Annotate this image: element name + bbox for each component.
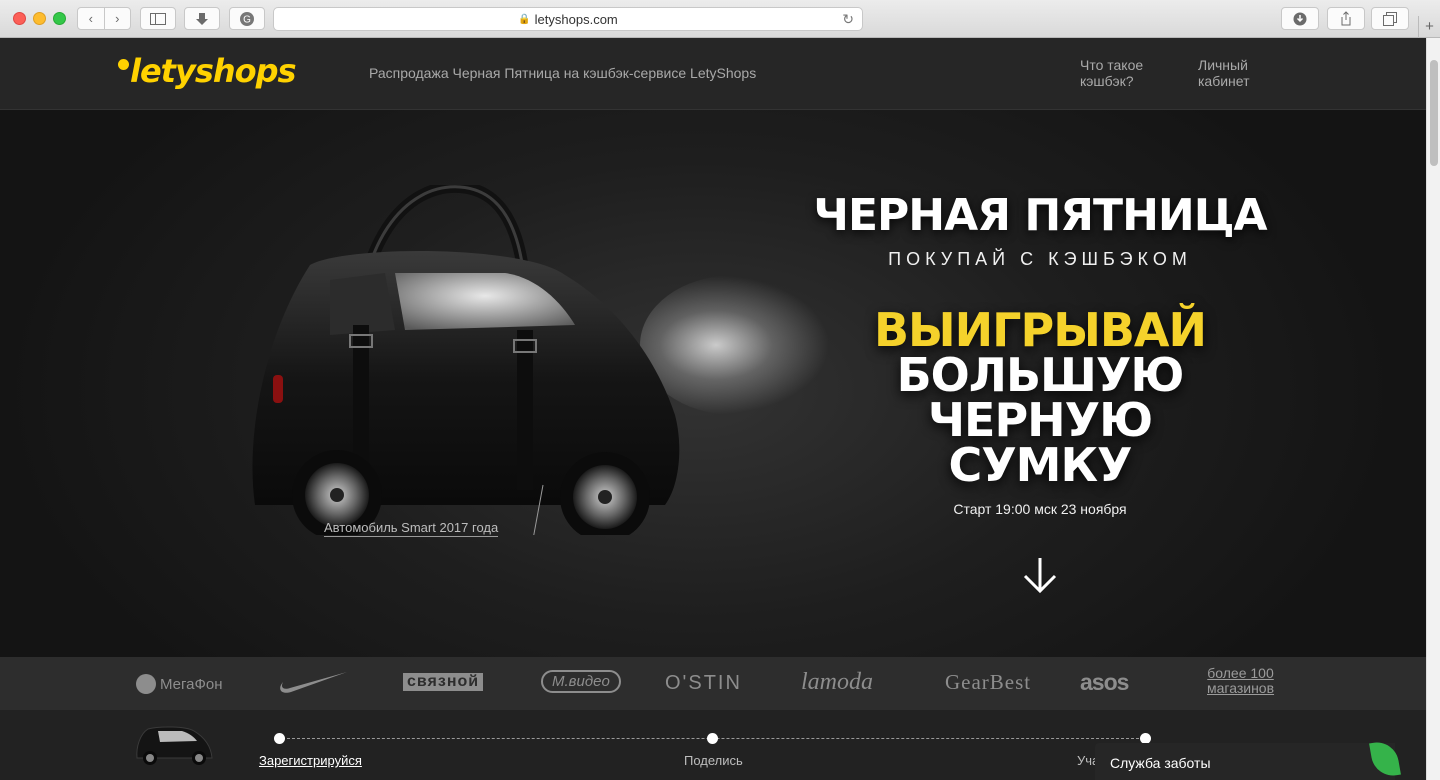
car-caption: Автомобиль Smart 2017 года — [324, 520, 499, 537]
brand-ostin[interactable]: O'STIN — [665, 672, 742, 695]
downloads-icon — [1293, 12, 1307, 25]
header-tagline: Распродажа Черная Пятница на кэшбэк-серв… — [369, 65, 757, 81]
downloads-button[interactable] — [1281, 7, 1319, 30]
reload-icon[interactable]: ↻ — [842, 11, 854, 28]
headline-line-1: ВЫИГРЫВАЙ — [873, 303, 1207, 357]
new-tab-button[interactable]: + — [1418, 16, 1440, 38]
hero-banner: Автомобиль Smart 2017 года ЧЕРНАЯ ПЯТНИЦ… — [0, 110, 1426, 657]
smart-car-bag-image — [252, 185, 680, 535]
lock-icon: 🔒 — [518, 13, 531, 25]
sidebar-icon — [150, 12, 166, 25]
share-icon — [1341, 11, 1351, 26]
headline-line-2: БОЛЬШУЮ — [896, 348, 1185, 402]
hero-headline: ВЫИГРЫВАЙ БОЛЬШУЮ ЧЕРНУЮ СУМКУ — [820, 303, 1260, 492]
more-stores-link[interactable]: более 100 магазинов — [1207, 666, 1274, 696]
svg-text:G: G — [243, 14, 251, 25]
brand-svyaznoy[interactable]: связной — [403, 673, 484, 691]
start-time-text: Старт 19:00 мск 23 ноября — [953, 501, 1127, 517]
download-arrow-icon — [196, 12, 208, 25]
grammarly-icon: G — [240, 11, 254, 26]
brand-megafon[interactable]: МегаФон — [136, 674, 223, 694]
arrow-down-icon[interactable] — [1020, 555, 1060, 595]
grammarly-extension-button[interactable]: G — [229, 7, 265, 30]
megafon-icon — [136, 674, 156, 694]
minimize-window-button[interactable] — [33, 12, 46, 25]
scrollbar-thumb[interactable] — [1430, 60, 1438, 166]
mini-car-icon — [136, 726, 213, 765]
nav-what-is-cashback[interactable]: Что такое кэшбэк? — [1080, 57, 1170, 89]
brand-mvideo[interactable]: М.видео — [541, 670, 621, 693]
share-button[interactable] — [1327, 7, 1365, 30]
tabs-icon — [1383, 11, 1397, 26]
headline-line-3: ЧЕРНУЮ — [927, 393, 1153, 447]
zoom-window-button[interactable] — [53, 12, 66, 25]
forward-arrow-icon[interactable]: › — [105, 11, 131, 26]
brands-strip: МегаФон связной М.видео O'STIN lamoda Ge… — [0, 657, 1426, 710]
sidebar-toggle-button[interactable] — [140, 7, 176, 30]
hero-subtitle: ПОКУПАЙ С КЭШБЭКОМ — [888, 249, 1192, 269]
nike-swoosh-icon — [280, 672, 347, 693]
download-extension-button[interactable] — [184, 7, 220, 30]
headline-line-4: СУМКУ — [948, 438, 1132, 492]
support-chat-widget[interactable]: Служба заботы — [1095, 743, 1395, 780]
page-viewport: letyshops Распродажа Черная Пятница на к… — [0, 38, 1426, 780]
url-text: letyshops.com — [534, 11, 618, 27]
step-dot-2 — [707, 733, 718, 744]
nav-personal-account[interactable]: Личный кабинет — [1198, 57, 1288, 89]
step-register-link[interactable]: Зарегистрируйся — [259, 753, 362, 768]
brand-gearbest[interactable]: GearBest — [945, 670, 1031, 695]
logo-text: letyshops — [130, 52, 297, 90]
address-bar[interactable]: 🔒 letyshops.com ↻ — [273, 7, 863, 31]
step-dot-1 — [274, 733, 285, 744]
brand-lamoda[interactable]: lamoda — [801, 669, 873, 696]
brand-nike[interactable] — [277, 669, 349, 700]
page-scrollbar[interactable] — [1426, 38, 1440, 780]
close-window-button[interactable] — [13, 12, 26, 25]
support-label: Служба заботы — [1110, 755, 1211, 771]
tabs-overview-button[interactable] — [1371, 7, 1409, 30]
browser-toolbar: ‹ › G 🔒 letyshops.com ↻ + — [0, 0, 1440, 38]
hero-title: ЧЕРНАЯ ПЯТНИЦА — [813, 190, 1267, 241]
site-header: letyshops Распродажа Черная Пятница на к… — [0, 38, 1426, 110]
brand-asos[interactable]: asos — [1080, 669, 1129, 696]
step-share-label: Поделись — [684, 753, 743, 768]
letyshops-logo[interactable]: letyshops — [118, 52, 297, 90]
back-forward-group: ‹ › — [77, 7, 131, 30]
back-arrow-icon[interactable]: ‹ — [78, 11, 104, 26]
